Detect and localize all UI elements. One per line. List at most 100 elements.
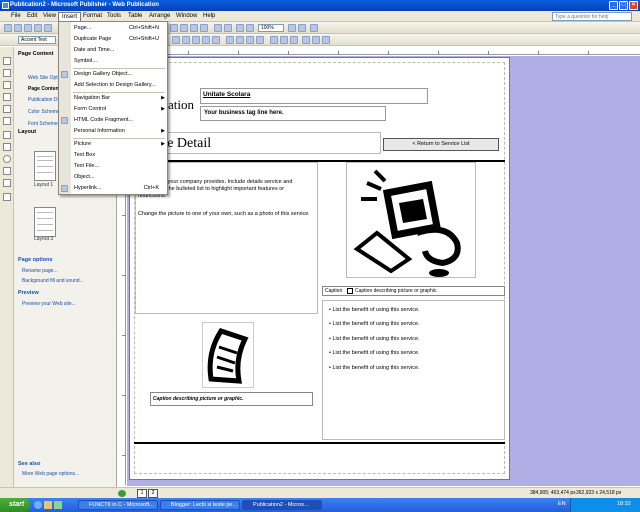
- page-tab-2[interactable]: 2: [148, 489, 158, 498]
- menu-item-html-code-fragment[interactable]: HTML Code Fragment...: [59, 115, 167, 126]
- style-select[interactable]: Accent Text: [18, 36, 56, 44]
- layout-3-thumbnail[interactable]: [34, 207, 56, 237]
- ie-quicklaunch-icon[interactable]: [34, 501, 42, 509]
- menu-help[interactable]: Help: [200, 11, 218, 22]
- menu-edit[interactable]: Edit: [24, 11, 40, 22]
- line-color-icon[interactable]: [280, 36, 288, 44]
- wordart-tool-icon[interactable]: [3, 93, 11, 101]
- preview-icon[interactable]: [44, 24, 52, 32]
- align-right-icon[interactable]: [202, 36, 210, 44]
- org-name-frame[interactable]: Unitate Scolara: [200, 88, 428, 104]
- hyperlink-icon[interactable]: [236, 24, 244, 32]
- caption-checkbox[interactable]: [347, 288, 353, 294]
- caption-2-frame[interactable]: Caption describing picture or graphic.: [150, 392, 313, 406]
- start-button[interactable]: start: [0, 498, 30, 512]
- clock[interactable]: 18:32: [617, 501, 631, 507]
- menu-item-object[interactable]: Object...: [59, 172, 167, 183]
- help-icon[interactable]: [310, 24, 318, 32]
- tagline-frame[interactable]: Your business tag line here.: [200, 106, 386, 121]
- publication-page[interactable]: Unitate Scolara ation Your business tag …: [129, 57, 510, 480]
- text-box-tool-icon[interactable]: [3, 69, 11, 77]
- menu-item-hyperlink[interactable]: Hyperlink... Ctrl+K: [59, 183, 167, 194]
- menu-item-picture[interactable]: Picture ▶: [59, 139, 167, 150]
- design-gallery-icon[interactable]: [3, 193, 11, 201]
- page-tab-1[interactable]: 1: [137, 489, 147, 498]
- menu-item-text-box[interactable]: Text Box: [59, 150, 167, 161]
- zoom-out-icon[interactable]: [288, 24, 296, 32]
- align-center-icon[interactable]: [192, 36, 200, 44]
- title-frame[interactable]: ce Detail: [158, 132, 381, 154]
- more-web-page-options-link[interactable]: More Web page options...: [22, 471, 79, 477]
- autoshapes-tool-icon[interactable]: [3, 179, 11, 187]
- menu-window[interactable]: Window: [173, 11, 200, 22]
- undo-icon[interactable]: [214, 24, 222, 32]
- line-style-icon[interactable]: [302, 36, 310, 44]
- menu-item-personal-information[interactable]: Personal Information ▶: [59, 126, 167, 137]
- bold-icon[interactable]: [172, 36, 180, 44]
- clip-art-tool-icon[interactable]: [3, 117, 11, 125]
- menu-view[interactable]: View: [40, 11, 59, 22]
- print-icon[interactable]: [34, 24, 42, 32]
- horizontal-ruler[interactable]: [128, 47, 640, 55]
- newspaper-clipart[interactable]: [202, 322, 254, 388]
- format-painter-icon[interactable]: [200, 24, 208, 32]
- table-icon[interactable]: [246, 24, 254, 32]
- bullets-icon[interactable]: [236, 36, 244, 44]
- fill-color-icon[interactable]: [270, 36, 278, 44]
- minimize-button[interactable]: _: [609, 1, 618, 10]
- select-tool-icon[interactable]: [3, 57, 11, 65]
- font-color-icon[interactable]: [290, 36, 298, 44]
- line-tool-icon[interactable]: [3, 131, 11, 139]
- new-icon[interactable]: [4, 24, 12, 32]
- arrow-style-icon[interactable]: [322, 36, 330, 44]
- zoom-select[interactable]: 100%: [258, 24, 284, 32]
- align-left-icon[interactable]: [182, 36, 190, 44]
- open-icon[interactable]: [14, 24, 22, 32]
- save-icon[interactable]: [24, 24, 32, 32]
- computer-clipart[interactable]: [346, 162, 476, 278]
- preview-web-site-link[interactable]: Preview your Web site...: [22, 301, 76, 307]
- menu-item-form-control[interactable]: Form Control ▶: [59, 104, 167, 115]
- cut-icon[interactable]: [170, 24, 178, 32]
- rectangle-tool-icon[interactable]: [3, 167, 11, 175]
- layout-1-thumbnail[interactable]: [34, 151, 56, 181]
- redo-icon[interactable]: [224, 24, 232, 32]
- menu-item-date-time[interactable]: Date and Time...: [59, 45, 167, 56]
- taskbar-button-publication[interactable]: Publication2 - Micros...: [242, 500, 322, 510]
- close-button[interactable]: ×: [629, 1, 638, 10]
- decrease-indent-icon[interactable]: [246, 36, 254, 44]
- return-to-service-list-button[interactable]: < Return to Service List: [383, 138, 499, 151]
- table-tool-icon[interactable]: [3, 81, 11, 89]
- desktop-quicklaunch-icon[interactable]: [54, 501, 62, 509]
- paste-icon[interactable]: [190, 24, 198, 32]
- dash-style-icon[interactable]: [312, 36, 320, 44]
- menu-item-navigation-bar[interactable]: Navigation Bar ▶: [59, 93, 167, 104]
- help-search-input[interactable]: Type a question for help: [552, 12, 632, 21]
- menu-item-text-file[interactable]: Text File...: [59, 161, 167, 172]
- menu-item-page[interactable]: Page... Ctrl+Shift+N: [59, 23, 167, 34]
- background-fill-link[interactable]: Background fill and sound...: [22, 278, 84, 284]
- menu-item-design-gallery-object[interactable]: Design Gallery Object...: [59, 69, 167, 80]
- picture-tool-icon[interactable]: [3, 105, 11, 113]
- arrow-tool-icon[interactable]: [3, 143, 11, 151]
- rename-page-link[interactable]: Rename page...: [22, 268, 58, 274]
- copy-icon[interactable]: [180, 24, 188, 32]
- zoom-in-icon[interactable]: [298, 24, 306, 32]
- justify-icon[interactable]: [212, 36, 220, 44]
- benefits-list-frame[interactable]: • List the benefit of using this service…: [322, 300, 505, 440]
- taskbar-button-word[interactable]: FUNCTII in C - Microsoft...: [78, 500, 158, 510]
- maximize-button[interactable]: □: [619, 1, 628, 10]
- numbering-icon[interactable]: [226, 36, 234, 44]
- oval-tool-icon[interactable]: [3, 155, 11, 163]
- menu-item-duplicate-page[interactable]: Duplicate Page Ctrl+Shift+U: [59, 34, 167, 45]
- caption-frame[interactable]: Caption Caption describing picture or gr…: [322, 286, 505, 296]
- taskbar-button-blogger[interactable]: Blogger: Lectii si teste pe...: [160, 500, 240, 510]
- language-indicator[interactable]: EN: [558, 501, 566, 507]
- menu-item-add-selection-design-gallery[interactable]: Add Selection to Design Gallery...: [59, 80, 167, 91]
- menu-item-symbol[interactable]: Symbol...: [59, 56, 167, 67]
- menu-file[interactable]: File: [8, 11, 24, 22]
- page-content-link[interactable]: Page Content: [28, 86, 60, 92]
- font-schemes-link[interactable]: Font Schemes: [28, 121, 60, 127]
- increase-indent-icon[interactable]: [256, 36, 264, 44]
- folder-quicklaunch-icon[interactable]: [44, 501, 52, 509]
